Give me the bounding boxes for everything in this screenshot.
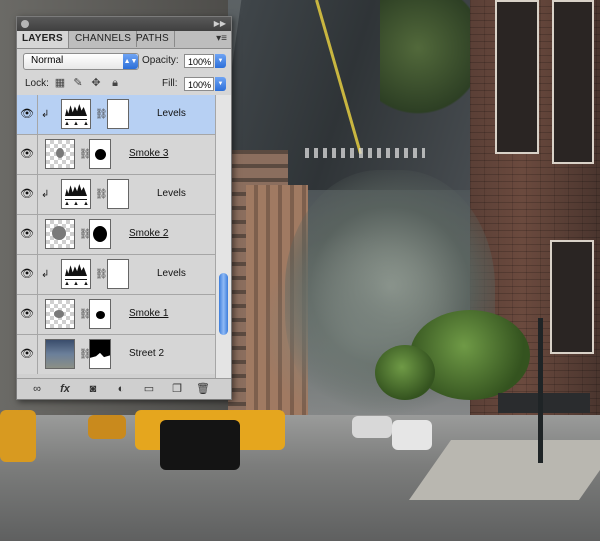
eye-icon[interactable]: 👁︎ xyxy=(17,255,38,294)
layer-name[interactable]: Levels xyxy=(157,188,186,199)
smoke-thumbnail[interactable] xyxy=(45,139,75,169)
panel-bottom-toolbar: ∞ fx ◙ ◐ ▭ ❐ 🗑︎ xyxy=(17,378,231,399)
levels-thumbnail[interactable]: ▲ ▲ ▲ xyxy=(61,259,91,289)
layers-list: 👁︎ ↲ ▲ ▲ ▲ ⛓︎ Levels 👁︎ ⛓︎ Smoke 3 👁︎ ↲ ▲ ▲… xyxy=(17,95,215,378)
white-car-2 xyxy=(352,416,392,438)
layers-scrollbar[interactable] xyxy=(215,95,231,378)
layer-mask-thumbnail[interactable] xyxy=(107,179,129,209)
levels-thumbnail[interactable]: ▲ ▲ ▲ xyxy=(61,179,91,209)
smoke-thumbnail[interactable] xyxy=(45,299,75,329)
white-car xyxy=(392,420,432,450)
close-icon[interactable] xyxy=(21,20,29,28)
layer-row[interactable]: 👁︎ ⛓︎ Smoke 2 xyxy=(17,215,215,255)
awning xyxy=(498,393,590,413)
street-lamp xyxy=(538,318,543,463)
fill-label: Fill: xyxy=(162,78,178,89)
layers-panel: ▶▶ LAYERS CHANNELS PATHS ▾≡ Normal ▲▼ Op… xyxy=(16,16,232,400)
clip-arrow-icon: ↲ xyxy=(41,269,50,280)
lock-all-icon[interactable]: 🔒︎ xyxy=(109,78,121,89)
trash-icon[interactable]: 🗑︎ xyxy=(195,382,211,396)
layer-mask-thumbnail[interactable] xyxy=(89,139,111,169)
opacity-label: Opacity: xyxy=(142,55,179,66)
fill-field[interactable]: 100% xyxy=(184,77,214,91)
blend-mode-value: Normal xyxy=(31,55,64,66)
levels-thumbnail[interactable]: ▲ ▲ ▲ xyxy=(61,99,91,129)
street-photo-thumbnail[interactable] xyxy=(45,339,75,369)
eye-icon[interactable]: 👁︎ xyxy=(17,135,38,174)
eye-icon[interactable]: 👁︎ xyxy=(17,295,38,334)
panel-titlebar[interactable]: ▶▶ xyxy=(17,17,231,31)
fill-arrow-icon[interactable]: ▼ xyxy=(215,77,226,91)
layer-row[interactable]: 👁︎ ⛓︎ Smoke 1 xyxy=(17,295,215,335)
opacity-field[interactable]: 100% xyxy=(184,54,214,68)
layer-name[interactable]: Smoke 2 xyxy=(129,228,168,239)
layer-name[interactable]: Levels xyxy=(157,268,186,279)
layer-row[interactable]: 👁︎ ⛓︎ Smoke 3 xyxy=(17,135,215,175)
lock-image-icon[interactable]: ✎ xyxy=(72,78,84,89)
new-layer-icon[interactable]: ❐ xyxy=(169,382,185,396)
eye-icon[interactable]: 👁︎ xyxy=(17,175,38,214)
clip-arrow-icon: ↲ xyxy=(41,189,50,200)
layer-name[interactable]: Street 2 xyxy=(129,348,164,359)
panel-menu-icon[interactable]: ▾≡ xyxy=(216,33,227,44)
panel-tabs: LAYERS CHANNELS PATHS ▾≡ xyxy=(17,31,231,49)
layer-row[interactable]: 👁︎ ↲ ▲ ▲ ▲ ⛓︎ Levels xyxy=(17,255,215,295)
layer-mask-thumbnail[interactable] xyxy=(89,299,111,329)
yellow-taxi-left xyxy=(0,410,36,462)
eye-icon[interactable]: 👁︎ xyxy=(17,215,38,254)
smoke-thumbnail[interactable] xyxy=(45,219,75,249)
collapse-icon[interactable]: ▶▶ xyxy=(214,20,226,28)
fx-icon[interactable]: fx xyxy=(57,382,73,396)
adjustment-layer-icon[interactable]: ◐ xyxy=(113,382,129,396)
chain-link-icon[interactable]: ⛓︎ xyxy=(95,269,108,280)
lock-fill-row: Lock: ▦ ✎ ✥ 🔒︎ Fill: 100% ▼ xyxy=(17,73,231,96)
opacity-arrow-icon[interactable]: ▼ xyxy=(215,54,226,68)
layer-row[interactable]: 👁︎ ↲ ▲ ▲ ▲ ⛓︎ Levels xyxy=(17,175,215,215)
tab-paths[interactable]: PATHS xyxy=(131,31,175,47)
new-group-icon[interactable]: ▭ xyxy=(141,382,157,396)
eye-icon[interactable]: 👁︎ xyxy=(17,335,38,374)
chain-link-icon[interactable]: ⛓︎ xyxy=(95,109,108,120)
add-mask-icon[interactable]: ◙ xyxy=(85,382,101,396)
layer-row[interactable]: 👁︎ ⛓︎ Street 2 xyxy=(17,335,215,374)
eye-icon[interactable]: 👁︎ xyxy=(17,95,38,134)
lock-transparent-icon[interactable]: ▦ xyxy=(54,78,66,89)
layer-mask-thumbnail[interactable] xyxy=(89,339,111,369)
link-layers-icon[interactable]: ∞ xyxy=(29,382,45,396)
layer-mask-thumbnail[interactable] xyxy=(89,219,111,249)
lock-position-icon[interactable]: ✥ xyxy=(90,78,102,89)
taxi-far xyxy=(88,415,126,439)
tab-channels[interactable]: CHANNELS xyxy=(70,31,138,47)
blend-opacity-row: Normal ▲▼ Opacity: 100% ▼ xyxy=(17,49,231,73)
upper-trees xyxy=(380,0,475,120)
fx-label: fx xyxy=(60,383,70,395)
lock-label: Lock: xyxy=(25,78,49,89)
tab-layers[interactable]: LAYERS xyxy=(17,31,69,48)
layer-name[interactable]: Smoke 1 xyxy=(129,308,168,319)
layer-row[interactable]: 👁︎ ↲ ▲ ▲ ▲ ⛓︎ Levels xyxy=(17,95,215,135)
layer-name[interactable]: Levels xyxy=(157,108,186,119)
chain-link-icon[interactable]: ⛓︎ xyxy=(95,189,108,200)
blend-mode-select[interactable]: Normal ▲▼ xyxy=(23,53,139,70)
crosswalk xyxy=(305,148,425,158)
layer-mask-thumbnail[interactable] xyxy=(107,259,129,289)
layer-name[interactable]: Smoke 3 xyxy=(129,148,168,159)
scrollbar-thumb[interactable] xyxy=(219,273,228,335)
street-tree-2 xyxy=(375,345,435,400)
select-arrow-icon: ▲▼ xyxy=(123,54,138,69)
black-car xyxy=(160,420,240,470)
clip-arrow-icon: ↲ xyxy=(41,109,50,120)
layer-mask-thumbnail[interactable] xyxy=(107,99,129,129)
